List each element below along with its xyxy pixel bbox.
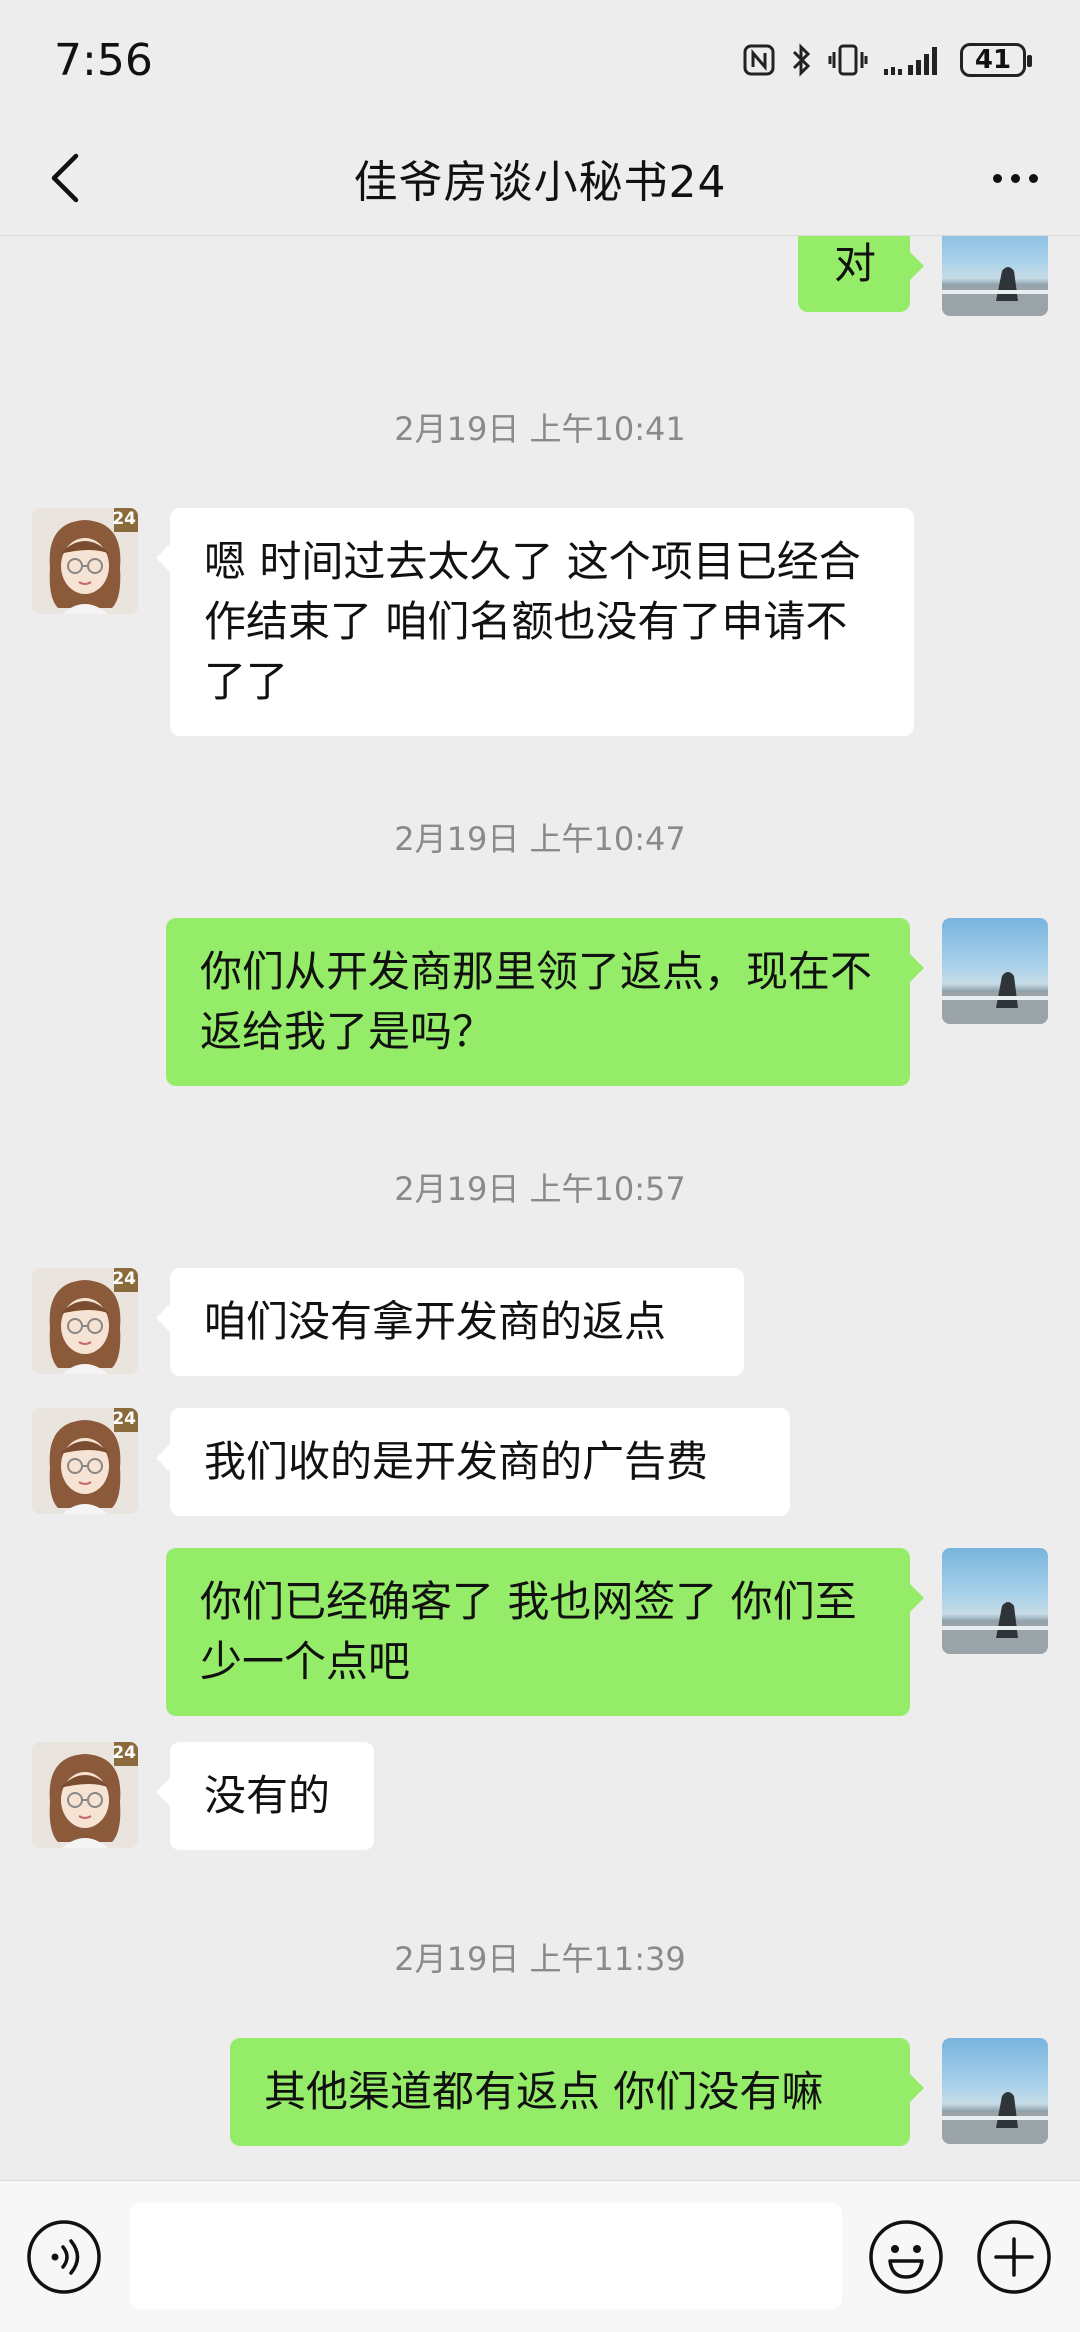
- contact-avatar[interactable]: 24: [32, 1742, 138, 1848]
- chat-message-list[interactable]: 对 2月19日 上午10:41 24 嗯 时间过去太久了 这个项目已经合作结束了…: [0, 236, 1080, 2178]
- avatar-photo-icon: [942, 1602, 1048, 1654]
- plus-icon: [977, 2220, 1051, 2294]
- chat-header: 佳爷房谈小秘书24: [0, 120, 1080, 236]
- vibrate-icon: [828, 44, 868, 76]
- status-time: 7:56: [54, 34, 153, 86]
- status-icons: 41: [742, 42, 1032, 78]
- more-dot: [1010, 173, 1020, 183]
- avatar-photo-icon: [942, 2092, 1048, 2144]
- message-bubble-sent[interactable]: 对: [798, 236, 924, 312]
- timestamp: 2月19日 上午10:41: [394, 410, 686, 448]
- avatar-badge: 24: [112, 1269, 136, 1289]
- emoji-icon: [869, 2220, 943, 2294]
- message-row-sent: 你们已经确客了 我也网签了 你们至少一个点吧: [0, 1548, 1080, 1718]
- status-bar: 7:56 41: [0, 0, 1080, 120]
- battery-icon: 41: [960, 43, 1032, 77]
- voice-input-button[interactable]: [26, 2219, 102, 2295]
- timestamp: 2月19日 上午10:57: [394, 1170, 686, 1208]
- more-dot: [1028, 173, 1038, 183]
- emoji-button[interactable]: [868, 2219, 944, 2295]
- contact-avatar[interactable]: 24: [32, 508, 138, 614]
- voice-icon: [27, 2220, 101, 2294]
- message-bubble-received[interactable]: 嗯 时间过去太久了 这个项目已经合作结束了 咱们名额也没有了申请不了了: [156, 508, 914, 736]
- more-options-button[interactable]: [980, 150, 1050, 206]
- contact-avatar[interactable]: 24: [32, 1408, 138, 1514]
- my-avatar[interactable]: [942, 918, 1048, 1024]
- more-dot: [992, 173, 1002, 183]
- timestamp: 2月19日 上午11:39: [394, 1940, 686, 1978]
- more-functions-button[interactable]: [976, 2219, 1052, 2295]
- message-bubble-received[interactable]: 我们收的是开发商的广告费: [156, 1408, 790, 1516]
- message-row-received: 24 我们收的是开发商的广告费: [0, 1408, 1080, 1518]
- input-bar: [0, 2180, 1080, 2332]
- message-input[interactable]: [130, 2203, 842, 2309]
- back-arrow-icon: [51, 153, 79, 203]
- my-avatar[interactable]: [942, 1548, 1048, 1654]
- message-bubble-received[interactable]: 咱们没有拿开发商的返点: [156, 1268, 744, 1376]
- avatar-photo-icon: [942, 267, 1048, 316]
- message-row-received: 24 嗯 时间过去太久了 这个项目已经合作结束了 咱们名额也没有了申请不了了: [0, 508, 1080, 738]
- nfc-icon: [743, 44, 775, 76]
- my-avatar[interactable]: [942, 236, 1048, 316]
- timestamp: 2月19日 上午10:47: [394, 820, 686, 858]
- signal-icon: [884, 47, 937, 75]
- contact-avatar[interactable]: 24: [32, 1268, 138, 1374]
- chat-title: 佳爷房谈小秘书24: [353, 156, 727, 208]
- message-row-received: 24 咱们没有拿开发商的返点: [0, 1268, 1080, 1378]
- message-bubble-received[interactable]: 没有的: [156, 1742, 374, 1850]
- avatar-photo-icon: [942, 972, 1048, 1024]
- message-row-sent: 你们从开发商那里领了返点，现在不返给我了是吗？: [0, 918, 1080, 1088]
- message-bubble-sent[interactable]: 你们从开发商那里领了返点，现在不返给我了是吗？: [166, 918, 924, 1086]
- message-row-sent: 其他渠道都有返点 你们没有嘛: [0, 2038, 1080, 2148]
- back-button[interactable]: [36, 148, 96, 208]
- message-bubble-sent[interactable]: 你们已经确客了 我也网签了 你们至少一个点吧: [166, 1548, 924, 1716]
- message-row-received: 24 没有的: [0, 1742, 1080, 1852]
- avatar-badge: 24: [112, 509, 136, 529]
- message-row-sent: 对: [0, 236, 1080, 336]
- bluetooth-icon: [792, 43, 811, 77]
- my-avatar[interactable]: [942, 2038, 1048, 2144]
- message-bubble-sent[interactable]: 其他渠道都有返点 你们没有嘛: [230, 2038, 924, 2146]
- avatar-badge: 24: [112, 1409, 136, 1429]
- avatar-badge: 24: [112, 1743, 136, 1763]
